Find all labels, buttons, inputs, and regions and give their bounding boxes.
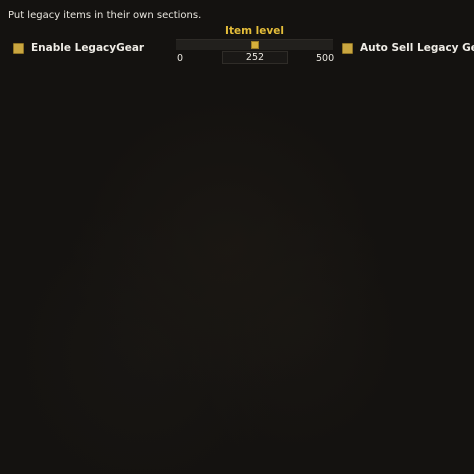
- background: [0, 0, 474, 474]
- item-level-slider-thumb[interactable]: [251, 41, 259, 49]
- item-level-value-input[interactable]: 252: [222, 51, 288, 64]
- description-text: Put legacy items in their own sections.: [8, 10, 202, 21]
- auto-sell-legacy-checkbox-row[interactable]: Auto Sell Legacy Gear: [342, 42, 474, 54]
- auto-sell-legacy-checkbox[interactable]: [342, 42, 353, 54]
- item-level-slider[interactable]: [176, 39, 333, 50]
- enable-legacygear-checkbox[interactable]: [13, 42, 24, 54]
- item-level-title: Item level: [225, 25, 284, 37]
- enable-legacygear-checkbox-row[interactable]: Enable LegacyGear: [13, 42, 144, 54]
- slider-max-label: 500: [316, 53, 335, 64]
- auto-sell-legacy-label: Auto Sell Legacy Gear: [360, 42, 474, 54]
- slider-min-label: 0: [177, 53, 184, 64]
- enable-legacygear-label: Enable LegacyGear: [31, 42, 145, 54]
